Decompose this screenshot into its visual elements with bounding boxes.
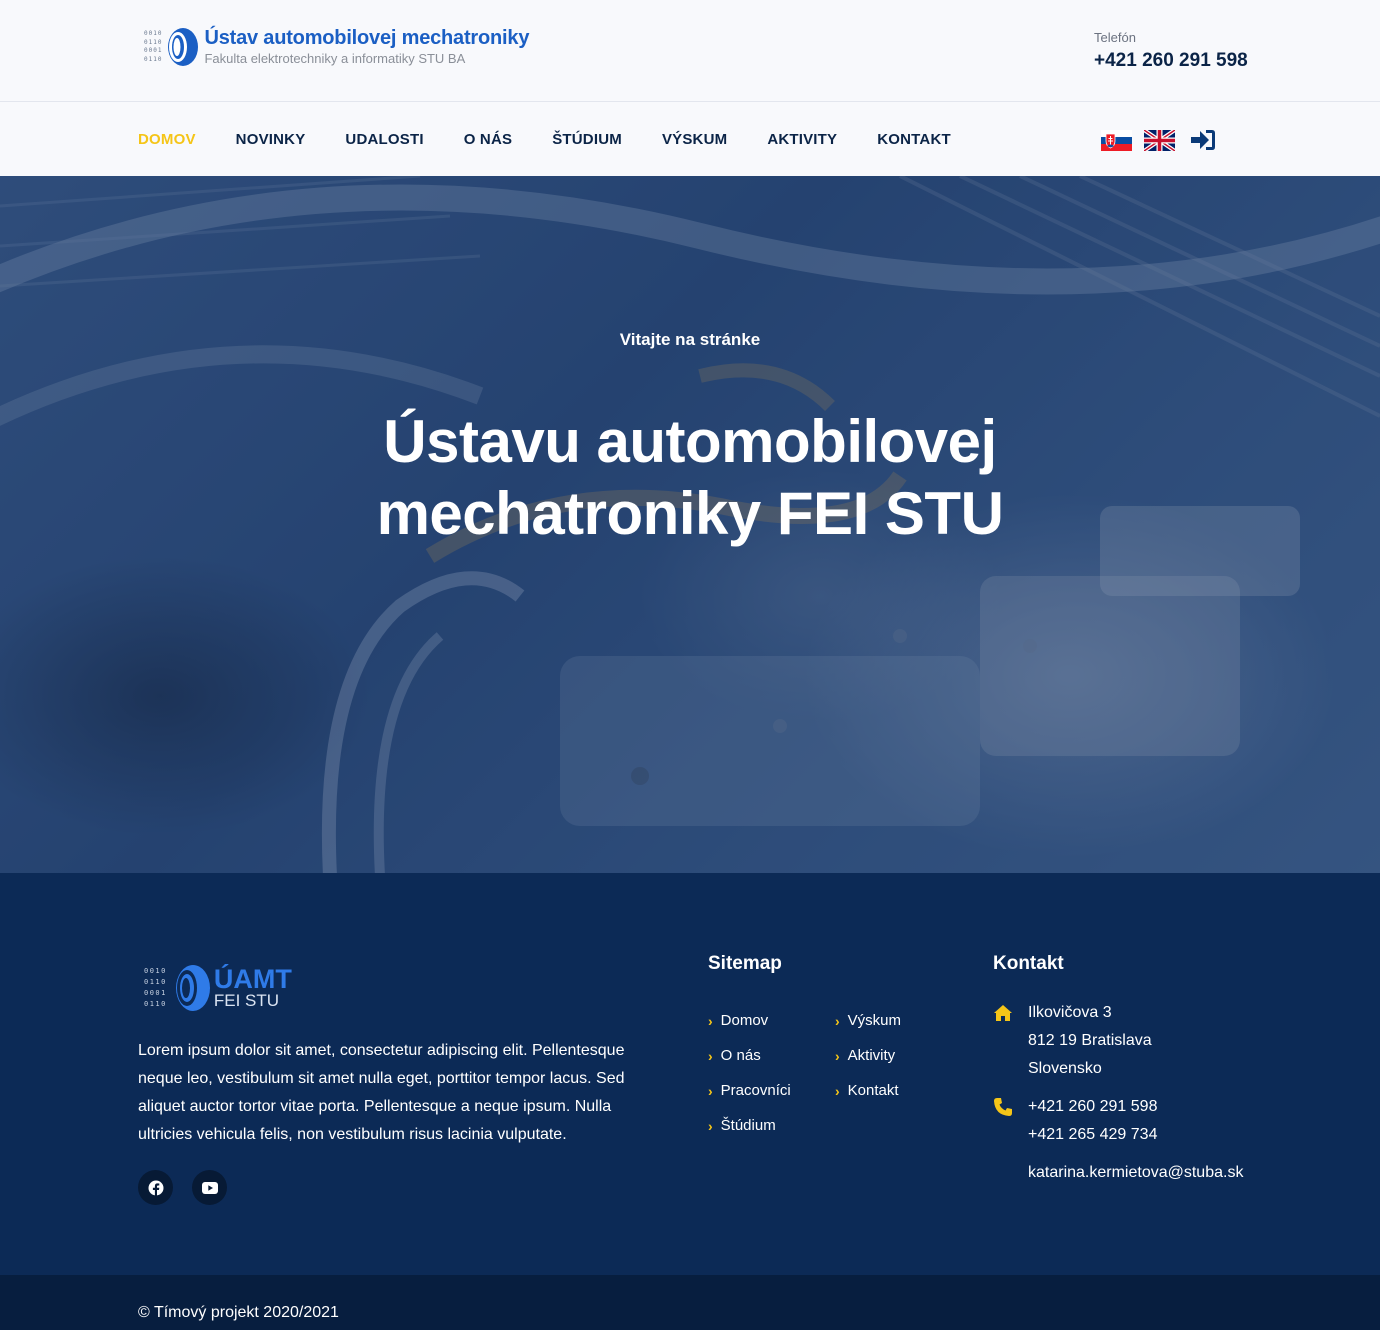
nav-item-novinky[interactable]: NOVINKY xyxy=(236,131,306,148)
youtube-button[interactable] xyxy=(192,1170,227,1205)
sign-in-icon[interactable] xyxy=(1189,128,1217,152)
address-line: 812 19 Bratislava xyxy=(1028,1032,1152,1049)
sitemap-link-domov[interactable]: › Domov xyxy=(708,1003,791,1038)
sitemap-column-2: › Výskum › Aktivity › Kontakt xyxy=(835,1003,901,1108)
footer-logo-sub: FEI STU xyxy=(213,991,280,1010)
site-subtitle: Fakulta elektrotechniky a informatiky ST… xyxy=(204,51,466,66)
address-line: Ilkovičova 3 xyxy=(1028,1004,1112,1021)
logo-binary-bits: 0010 0110 0001 0110 xyxy=(144,30,163,63)
facebook-icon xyxy=(148,1180,163,1196)
slovak-flag-icon[interactable] xyxy=(1101,129,1132,151)
footer-logo[interactable]: 0010 0110 0001 0110 ÚAMT FEI STU xyxy=(144,963,292,1013)
header-phone: Telefón +421 260 291 598 xyxy=(1094,30,1248,74)
facebook-button[interactable] xyxy=(138,1170,173,1205)
sitemap-heading: Sitemap xyxy=(708,953,782,974)
chevron-right-icon: › xyxy=(708,1117,713,1134)
uk-flag-icon[interactable] xyxy=(1144,129,1175,151)
sitemap-link-studium[interactable]: › Štúdium xyxy=(708,1108,791,1143)
footer-tire-logo-icon xyxy=(175,965,210,1011)
nav-actions xyxy=(1101,128,1217,152)
main-nav: DOMOV NOVINKY UDALOSTI O NÁS ŠTÚDIUM VÝS… xyxy=(138,103,991,176)
nav-item-studium[interactable]: ŠTÚDIUM xyxy=(552,131,622,148)
site-logo[interactable]: 0010 0110 0001 0110 Ústav automobilovej … xyxy=(144,26,529,68)
footer-logo-abbr: ÚAMT xyxy=(213,964,292,994)
hero-banner: Vitajte na stránke Ústavu automobilovej … xyxy=(0,176,1380,873)
site-footer: 0010 0110 0001 0110 ÚAMT FEI STU Lorem i… xyxy=(0,873,1380,1275)
phone-number[interactable]: +421 260 291 598 xyxy=(1094,48,1248,74)
sitemap-column-1: › Domov › O nás › Pracovníci › Štúdium xyxy=(708,1003,791,1143)
main-navbar: DOMOV NOVINKY UDALOSTI O NÁS ŠTÚDIUM VÝS… xyxy=(0,103,1380,176)
sitemap-link-o-nas[interactable]: › O nás xyxy=(708,1038,791,1073)
chevron-right-icon: › xyxy=(708,1012,713,1029)
nav-item-vyskum[interactable]: VÝSKUM xyxy=(662,131,727,148)
hero-title-line1: Ústavu automobilovej xyxy=(383,408,997,475)
sitemap-link-pracovnici[interactable]: › Pracovníci xyxy=(708,1073,791,1108)
youtube-icon xyxy=(201,1181,218,1194)
hero-title-line2: mechatroniky FEI STU xyxy=(376,480,1004,547)
tire-logo-icon xyxy=(168,28,199,66)
nav-item-domov[interactable]: DOMOV xyxy=(138,131,196,148)
chevron-right-icon: › xyxy=(835,1012,840,1029)
home-icon xyxy=(994,1005,1012,1021)
bottom-bar: © Tímový projekt 2020/2021 xyxy=(0,1275,1380,1330)
copyright-text: © Tímový projekt 2020/2021 xyxy=(138,1304,339,1321)
chevron-right-icon: › xyxy=(708,1047,713,1064)
nav-item-o-nas[interactable]: O NÁS xyxy=(464,131,513,148)
hero-title: Ústavu automobilovej mechatroniky FEI ST… xyxy=(290,406,1090,550)
address-line: Slovensko xyxy=(1028,1060,1102,1077)
top-header: 0010 0110 0001 0110 Ústav automobilovej … xyxy=(0,0,1380,102)
contact-email[interactable]: katarina.kermietova@stuba.sk xyxy=(1028,1159,1243,1187)
chevron-right-icon: › xyxy=(835,1047,840,1064)
contact-phone-number[interactable]: +421 265 429 734 xyxy=(1028,1121,1157,1149)
footer-description: Lorem ipsum dolor sit amet, consectetur … xyxy=(138,1042,625,1143)
kontakt-heading: Kontakt xyxy=(993,953,1064,974)
footer-logo-binary-bits: 0010 0110 0001 0110 xyxy=(144,967,167,1008)
sitemap-link-vyskum[interactable]: › Výskum xyxy=(835,1003,901,1038)
contact-phone-number[interactable]: +421 260 291 598 xyxy=(1028,1093,1157,1121)
sitemap-link-aktivity[interactable]: › Aktivity xyxy=(835,1038,901,1073)
nav-item-udalosti[interactable]: UDALOSTI xyxy=(345,131,423,148)
chevron-right-icon: › xyxy=(708,1082,713,1099)
phone-label: Telefón xyxy=(1094,30,1136,45)
hero-kicker: Vitajte na stránke xyxy=(619,330,761,349)
site-title: Ústav automobilovej mechatroniky xyxy=(204,27,530,49)
nav-item-aktivity[interactable]: AKTIVITY xyxy=(767,131,837,148)
nav-item-kontakt[interactable]: KONTAKT xyxy=(877,131,951,148)
chevron-right-icon: › xyxy=(835,1082,840,1099)
social-links xyxy=(138,1170,246,1205)
sitemap-link-kontakt[interactable]: › Kontakt xyxy=(835,1073,901,1108)
phone-icon xyxy=(994,1098,1012,1116)
